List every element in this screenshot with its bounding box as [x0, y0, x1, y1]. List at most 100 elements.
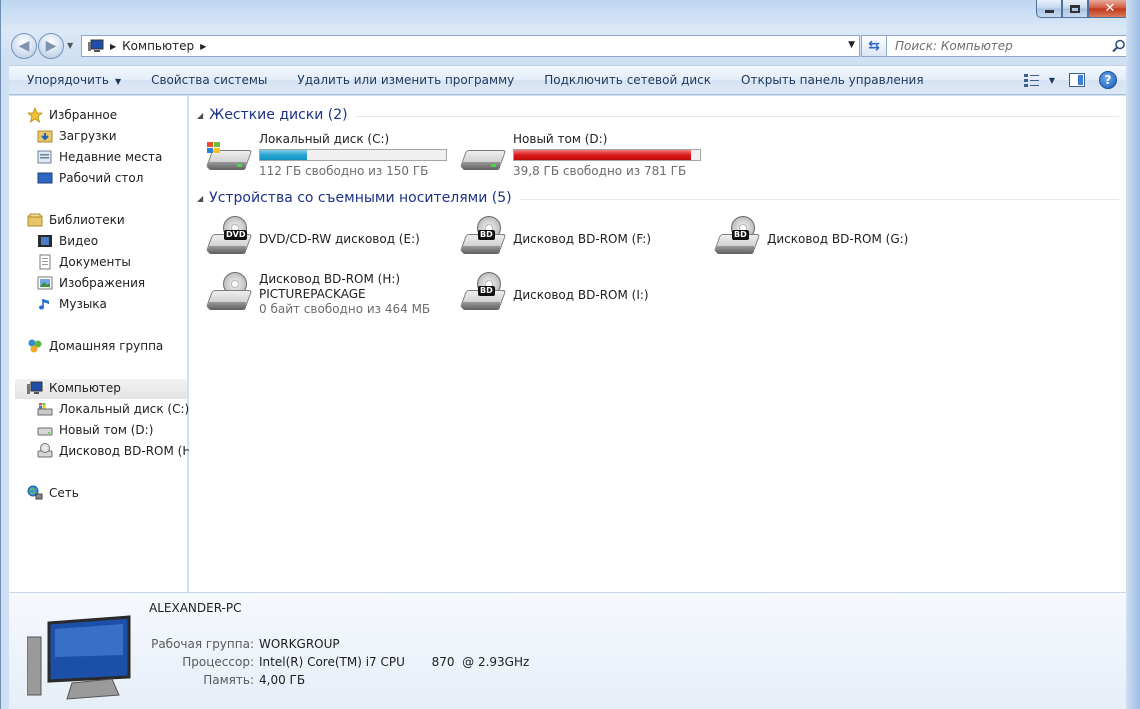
system-drive-icon	[205, 132, 253, 178]
hard-drive-icon	[37, 422, 53, 438]
recent-pages-dropdown[interactable]: ▼	[67, 41, 73, 50]
caption-buttons: ✕	[1036, 0, 1132, 18]
nav-computer-label: Компьютер	[49, 381, 121, 395]
computer-name: ALEXANDER-PC	[149, 601, 242, 615]
nav-music[interactable]: Музыка	[37, 294, 107, 314]
nav-network[interactable]: Сеть	[27, 483, 79, 503]
forward-button[interactable]: ▶	[38, 33, 64, 59]
collapse-triangle-icon: ◢	[197, 193, 204, 203]
drive-c-tile[interactable]: Локальный диск (C:) 112 ГБ свободно из 1…	[205, 132, 457, 179]
breadcrumb-chevron-icon[interactable]: ▶	[200, 42, 206, 51]
hard-disks-group-header[interactable]: ◢ Жесткие диски (2)	[197, 105, 1119, 125]
documents-icon	[37, 254, 53, 270]
computer-icon	[88, 39, 104, 53]
workgroup-label: Рабочая группа:	[151, 637, 254, 651]
network-icon	[27, 485, 43, 501]
minimize-icon	[1044, 9, 1054, 13]
nav-favorites-label: Избранное	[49, 108, 118, 122]
nav-video-label: Видео	[59, 234, 99, 248]
dvd-badge: DVD	[224, 230, 248, 240]
nav-desktop[interactable]: Рабочий стол	[37, 168, 143, 188]
bd-badge: BD	[478, 230, 495, 240]
nav-favorites[interactable]: Избранное	[26, 105, 118, 125]
close-icon: ✕	[1104, 1, 1116, 16]
nav-libraries-label: Библиотеки	[49, 213, 125, 227]
navigation-pane: Избранное Загрузки Недавние места Рабочи…	[9, 96, 200, 592]
drive-e-tile[interactable]: DVD DVD/CD-RW дисковод (E:)	[205, 216, 457, 262]
nav-documents[interactable]: Документы	[37, 252, 131, 272]
address-history-dropdown[interactable]: ▼	[848, 40, 855, 50]
video-icon	[37, 233, 53, 249]
search-icon[interactable]	[1112, 39, 1126, 53]
dvd-drive-icon: DVD	[205, 216, 253, 262]
maximize-icon	[1070, 4, 1080, 13]
search-input[interactable]: Поиск: Компьютер	[886, 35, 1133, 57]
drive-i-name: Дисковод BD-ROM (I:)	[513, 287, 649, 302]
nav-drive-h[interactable]: Дисковод BD-ROM (H:)	[37, 441, 200, 461]
memory-label: Память:	[203, 673, 254, 687]
back-button[interactable]: ◀	[11, 33, 37, 59]
drive-d-name: Новый том (D:)	[513, 132, 608, 146]
maximize-button[interactable]	[1062, 0, 1088, 18]
nav-network-label: Сеть	[49, 486, 79, 500]
group-divider	[519, 198, 1119, 200]
view-controls: ▼ ?	[1023, 71, 1117, 89]
map-network-drive-button[interactable]: Подключить сетевой диск	[529, 73, 726, 87]
minimize-button[interactable]	[1036, 0, 1062, 18]
removable-group-header[interactable]: ◢ Устройства со съемными носителями (5)	[197, 188, 1119, 208]
nav-music-label: Музыка	[59, 297, 107, 311]
system-properties-button[interactable]: Свойства системы	[136, 73, 282, 87]
recent-places-icon	[37, 149, 53, 165]
help-icon[interactable]: ?	[1099, 71, 1117, 89]
nav-images-label: Изображения	[59, 276, 146, 290]
organize-menu[interactable]: Упорядочить ▼	[9, 73, 136, 87]
drive-h-tile[interactable]: Дисковод BD-ROM (H:) PICTUREPACKAGE 0 ба…	[205, 272, 457, 318]
nav-recent-places-label: Недавние места	[59, 150, 163, 164]
nav-downloads-label: Загрузки	[59, 129, 117, 143]
nav-drive-c[interactable]: Локальный диск (C:)	[37, 399, 189, 419]
nav-recent-places[interactable]: Недавние места	[37, 147, 162, 167]
nav-computer[interactable]: Компьютер	[27, 378, 121, 398]
bd-drive-icon: BD	[459, 216, 507, 262]
hard-disks-group-label: Жесткие диски (2)	[209, 107, 348, 123]
downloads-folder-icon	[37, 128, 53, 144]
drive-f-name: Дисковод BD-ROM (F:)	[513, 231, 652, 246]
nav-homegroup-label: Домашняя группа	[49, 339, 164, 353]
views-icon[interactable]	[1023, 73, 1043, 87]
breadcrumb-separator-icon[interactable]: ▶	[110, 42, 116, 51]
chevron-down-icon: ▼	[114, 77, 122, 86]
drive-d-tile[interactable]: Новый том (D:) 39,8 ГБ свободно из 781 Г…	[459, 132, 711, 179]
details-pane: ALEXANDER-PC Рабочая группа: WORKGROUP П…	[9, 592, 1127, 709]
navigation-row: ◀ ▶ ▼ ▶ Компьютер ▶ ▼ ⇆ Поиск: Компьютер	[9, 33, 1133, 59]
breadcrumb-computer[interactable]: Компьютер	[122, 39, 194, 53]
uninstall-program-button[interactable]: Удалить или изменить программу	[282, 73, 529, 87]
drive-g-tile[interactable]: BD Дисковод BD-ROM (G:)	[713, 216, 965, 262]
drive-e-name: DVD/CD-RW дисковод (E:)	[259, 231, 420, 246]
star-icon	[26, 106, 44, 123]
nav-video[interactable]: Видео	[37, 231, 98, 251]
monitor-icon	[26, 615, 137, 707]
nav-drive-d[interactable]: Новый том (D:)	[37, 420, 153, 440]
open-control-panel-button[interactable]: Открыть панель управления	[726, 73, 939, 87]
views-dropdown-icon[interactable]: ▼	[1049, 76, 1055, 85]
workgroup-value: WORKGROUP	[259, 637, 340, 651]
collapse-triangle-icon: ◢	[197, 110, 204, 120]
nav-images[interactable]: Изображения	[37, 273, 145, 293]
search-placeholder: Поиск: Компьютер	[895, 39, 1013, 53]
address-bar[interactable]: ▶ Компьютер ▶ ▼	[81, 35, 860, 57]
organize-label: Упорядочить	[27, 73, 109, 87]
cpu-value: Intel(R) Core(TM) i7 CPU 870 @ 2.93GHz	[259, 655, 530, 669]
refresh-icon: ⇆	[868, 38, 880, 54]
nav-homegroup[interactable]: Домашняя группа	[27, 336, 163, 356]
memory-row: Память: 4,00 ГБ	[149, 673, 305, 687]
drive-i-tile[interactable]: BD Дисковод BD-ROM (I:)	[459, 272, 711, 318]
window-right-edge	[1126, 0, 1140, 709]
nav-libraries[interactable]: Библиотеки	[27, 210, 125, 230]
refresh-button[interactable]: ⇆	[861, 35, 887, 57]
nav-desktop-label: Рабочий стол	[59, 171, 144, 185]
drive-f-tile[interactable]: BD Дисковод BD-ROM (F:)	[459, 216, 711, 262]
preview-pane-icon[interactable]	[1069, 73, 1085, 87]
memory-value: 4,00 ГБ	[259, 673, 306, 687]
nav-downloads[interactable]: Загрузки	[37, 126, 117, 146]
explorer-window: ✕ ◀ ▶ ▼ ▶ Компьютер ▶ ▼ ⇆ Поиск: Компьют…	[0, 0, 1140, 709]
